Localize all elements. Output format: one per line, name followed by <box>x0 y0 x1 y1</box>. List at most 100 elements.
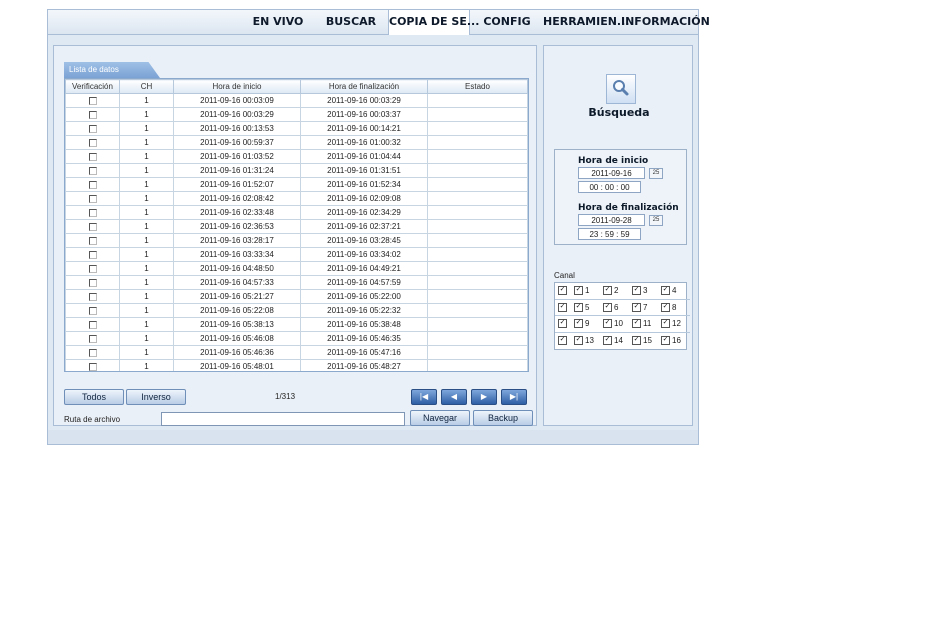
row-checkbox[interactable] <box>88 180 97 189</box>
row-checkbox-cell[interactable] <box>65 261 120 276</box>
end-date-field[interactable]: 2011-09-28 <box>578 214 645 226</box>
channel-checkbox[interactable]: ✓ <box>603 319 612 329</box>
start-calendar-button[interactable]: 25 <box>649 168 663 179</box>
end-calendar-button[interactable]: 25 <box>649 215 663 226</box>
row-checkbox-cell[interactable] <box>65 205 120 220</box>
row-checkbox[interactable] <box>88 96 97 105</box>
first-page-button[interactable]: |◀ <box>411 389 437 405</box>
row-checkbox-cell[interactable] <box>65 289 120 304</box>
row-checkbox-cell[interactable] <box>65 247 120 262</box>
table-row[interactable]: 1 2011-09-16 03:28:17 2011-09-16 03:28:45 <box>65 233 528 248</box>
channel-option[interactable]: ✓ 15 <box>632 336 661 346</box>
row-checkbox[interactable] <box>88 334 97 343</box>
table-row[interactable]: 1 2011-09-16 00:13:53 2011-09-16 00:14:21 <box>65 121 528 136</box>
row-checkbox-cell[interactable] <box>65 149 120 164</box>
channel-option[interactable]: ✓ 11 <box>632 319 661 329</box>
row-checkbox-cell[interactable] <box>65 177 120 192</box>
start-time-field[interactable]: 00 : 00 : 00 <box>578 181 641 193</box>
row-checkbox-cell[interactable] <box>65 331 120 346</box>
row-checkbox[interactable] <box>88 152 97 161</box>
channel-option[interactable]: ✓ 16 <box>661 336 690 346</box>
row-checkbox-cell[interactable] <box>65 163 120 178</box>
row-checkbox-cell[interactable] <box>65 93 120 108</box>
channel-option[interactable]: ✓ 6 <box>603 302 632 312</box>
channel-checkbox[interactable]: ✓ <box>632 302 641 312</box>
table-row[interactable]: 1 2011-09-16 01:52:07 2011-09-16 01:52:34 <box>65 177 528 192</box>
channel-checkbox[interactable]: ✓ <box>632 319 641 329</box>
file-path-input[interactable] <box>161 412 405 426</box>
tab-config[interactable]: CONFIG <box>475 10 539 34</box>
row-checkbox[interactable] <box>88 278 97 287</box>
browse-button[interactable]: Navegar <box>410 410 470 426</box>
select-all-button[interactable]: Todos <box>64 389 124 405</box>
channel-option[interactable]: ✓ 12 <box>661 319 690 329</box>
row-checkbox[interactable] <box>88 138 97 147</box>
channel-checkbox[interactable]: ✓ <box>661 286 670 296</box>
tab-en-vivo[interactable]: EN VIVO <box>243 10 313 34</box>
row-checkbox-cell[interactable] <box>65 345 120 360</box>
last-page-button[interactable]: ▶| <box>501 389 527 405</box>
row-checkbox-cell[interactable] <box>65 275 120 290</box>
tab-informacion[interactable]: INFORMACIÓN <box>621 10 710 34</box>
row-checkbox-cell[interactable] <box>65 317 120 332</box>
table-row[interactable]: 1 2011-09-16 04:57:33 2011-09-16 04:57:59 <box>65 275 528 290</box>
table-row[interactable]: 1 2011-09-16 05:21:27 2011-09-16 05:22:00 <box>65 289 528 304</box>
row-select-all-checkbox[interactable]: ✓ <box>558 319 567 329</box>
channel-option[interactable]: ✓ 5 <box>574 302 603 312</box>
row-checkbox-cell[interactable] <box>65 191 120 206</box>
table-row[interactable]: 1 2011-09-16 02:08:42 2011-09-16 02:09:08 <box>65 191 528 206</box>
channel-checkbox[interactable]: ✓ <box>603 302 612 312</box>
row-checkbox-cell[interactable] <box>65 121 120 136</box>
table-row[interactable]: 1 2011-09-16 04:48:50 2011-09-16 04:49:21 <box>65 261 528 276</box>
row-checkbox[interactable] <box>88 250 97 259</box>
row-checkbox[interactable] <box>88 222 97 231</box>
table-row[interactable]: 1 2011-09-16 03:33:34 2011-09-16 03:34:02 <box>65 247 528 262</box>
table-row[interactable]: 1 2011-09-16 05:46:36 2011-09-16 05:47:16 <box>65 345 528 360</box>
table-row[interactable]: 1 2011-09-16 05:38:13 2011-09-16 05:38:48 <box>65 317 528 332</box>
row-checkbox[interactable] <box>88 320 97 329</box>
row-checkbox[interactable] <box>88 124 97 133</box>
channel-option[interactable]: ✓ 3 <box>632 286 661 296</box>
channel-checkbox[interactable]: ✓ <box>632 336 641 346</box>
table-row[interactable]: 1 2011-09-16 00:59:37 2011-09-16 01:00:32 <box>65 135 528 150</box>
row-checkbox[interactable] <box>88 348 97 357</box>
table-row[interactable]: 1 2011-09-16 02:36:53 2011-09-16 02:37:21 <box>65 219 528 234</box>
channel-option[interactable]: ✓ 4 <box>661 286 690 296</box>
row-checkbox[interactable] <box>88 194 97 203</box>
channel-checkbox[interactable]: ✓ <box>661 319 670 329</box>
channel-option[interactable]: ✓ 2 <box>603 286 632 296</box>
row-checkbox-cell[interactable] <box>65 219 120 234</box>
channel-checkbox[interactable]: ✓ <box>661 302 670 312</box>
table-row[interactable]: 1 2011-09-16 00:03:09 2011-09-16 00:03:29 <box>65 93 528 108</box>
prev-page-button[interactable]: ◀ <box>441 389 467 405</box>
tab-copia-de-seguridad[interactable]: COPIA DE SE... <box>388 10 479 35</box>
channel-option[interactable]: ✓ 8 <box>661 302 690 312</box>
row-checkbox-cell[interactable] <box>65 107 120 122</box>
row-checkbox[interactable] <box>88 292 97 301</box>
end-time-field[interactable]: 23 : 59 : 59 <box>578 228 641 240</box>
table-row[interactable]: 1 2011-09-16 05:46:08 2011-09-16 05:46:35 <box>65 331 528 346</box>
channel-checkbox[interactable]: ✓ <box>574 336 583 346</box>
row-checkbox[interactable] <box>88 166 97 175</box>
channel-checkbox[interactable]: ✓ <box>574 302 583 312</box>
start-date-field[interactable]: 2011-09-16 <box>578 167 645 179</box>
channel-checkbox[interactable]: ✓ <box>632 286 641 296</box>
row-checkbox-cell[interactable] <box>65 135 120 150</box>
row-checkbox-cell[interactable] <box>65 303 120 318</box>
channel-option[interactable]: ✓ 7 <box>632 302 661 312</box>
invert-selection-button[interactable]: Inverso <box>126 389 186 405</box>
channel-checkbox[interactable]: ✓ <box>574 319 583 329</box>
row-checkbox-cell[interactable] <box>65 233 120 248</box>
table-row[interactable]: 1 2011-09-16 02:33:48 2011-09-16 02:34:29 <box>65 205 528 220</box>
row-checkbox[interactable] <box>88 306 97 315</box>
backup-button[interactable]: Backup <box>473 410 533 426</box>
row-checkbox[interactable] <box>88 208 97 217</box>
channel-checkbox[interactable]: ✓ <box>603 286 612 296</box>
channel-option[interactable]: ✓ 13 <box>574 336 603 346</box>
channel-checkbox[interactable]: ✓ <box>661 336 670 346</box>
channel-checkbox[interactable]: ✓ <box>603 336 612 346</box>
row-select-all-checkbox[interactable]: ✓ <box>558 302 567 312</box>
table-row[interactable]: 1 2011-09-16 05:22:08 2011-09-16 05:22:32 <box>65 303 528 318</box>
row-select-all-checkbox[interactable]: ✓ <box>558 336 567 346</box>
row-checkbox[interactable] <box>88 362 97 371</box>
